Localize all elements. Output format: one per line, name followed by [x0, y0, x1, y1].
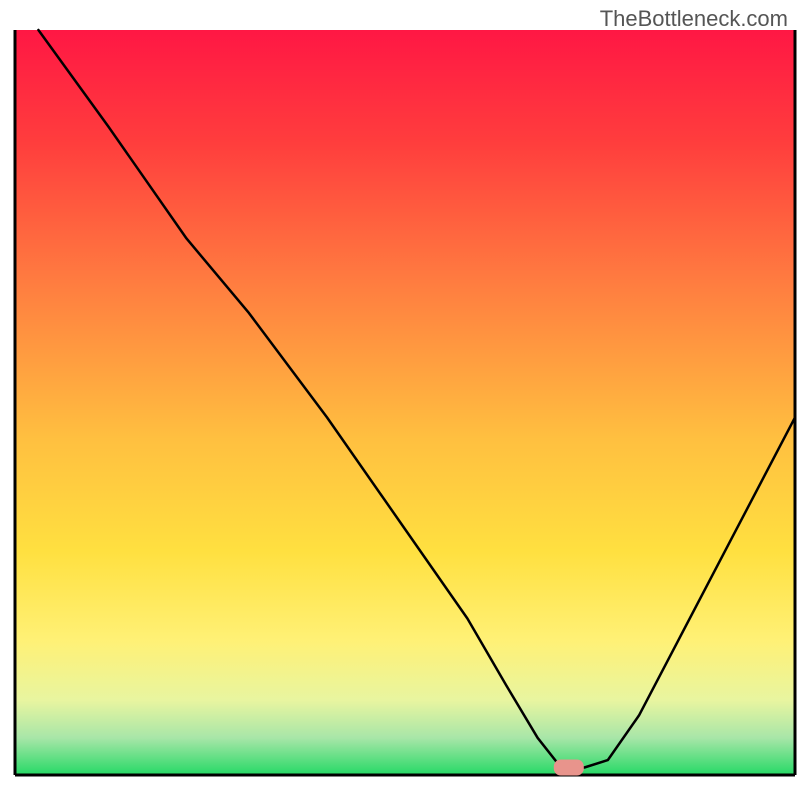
watermark-text: TheBottleneck.com [600, 6, 788, 32]
chart-background [15, 30, 795, 775]
chart-container: TheBottleneck.com [0, 0, 800, 800]
chart-svg [0, 0, 800, 800]
minimum-marker [554, 760, 584, 776]
